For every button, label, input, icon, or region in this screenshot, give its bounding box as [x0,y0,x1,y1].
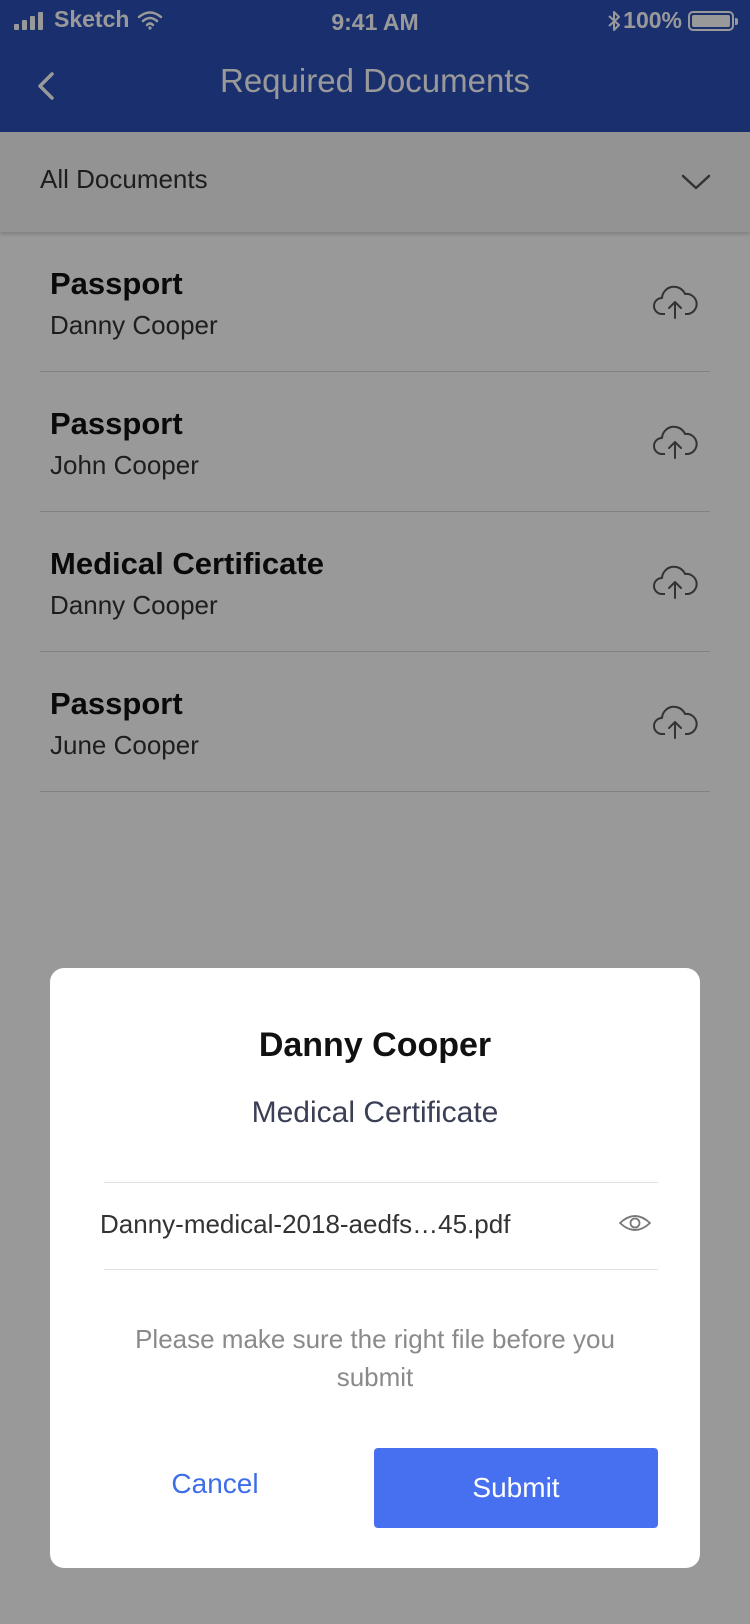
eye-icon[interactable] [618,1211,652,1235]
dialog-person-name: Danny Cooper [258,1026,492,1064]
submit-confirmation-dialog: Danny Cooper Medical Certificate Danny-m… [50,968,700,1568]
dialog-document-type: Medical Certificate [251,1096,499,1129]
cancel-button[interactable]: Cancel [100,1444,330,1524]
submit-button[interactable]: Submit [374,1448,658,1528]
file-name: Danny-medical-2018-aedfs…45.pdf [100,1209,511,1239]
dialog-note: Please make sure the right file before y… [135,1324,615,1392]
selected-file-row: Danny-medical-2018-aedfs…45.pdf [100,1182,658,1270]
